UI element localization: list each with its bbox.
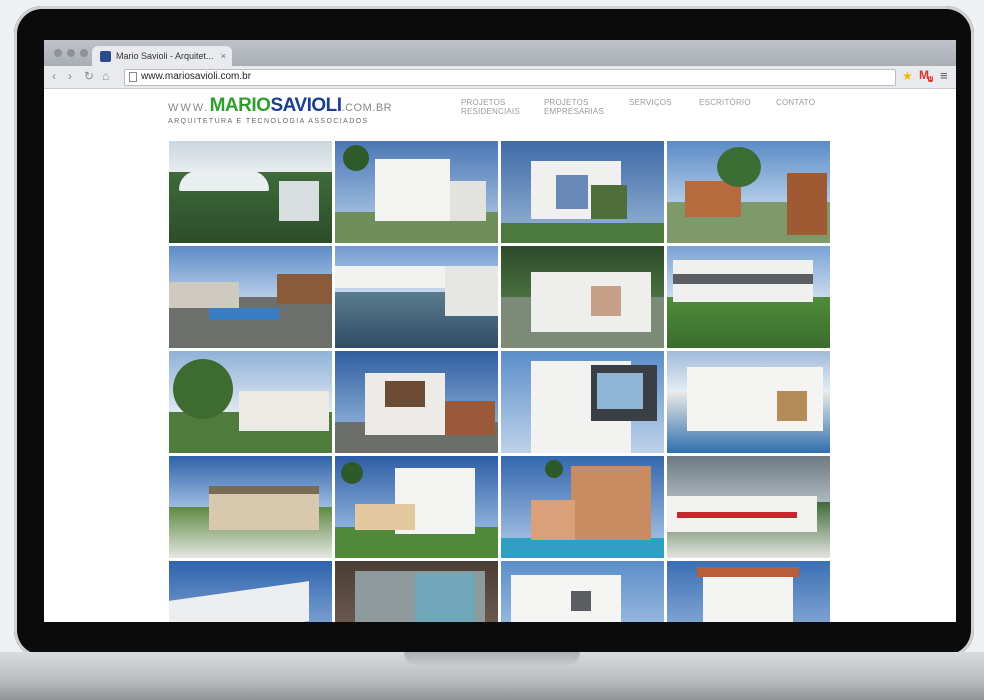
tab-title: Mario Savioli - Arquitet...: [116, 51, 214, 61]
project-thumbnail[interactable]: [169, 561, 332, 622]
browser-tab[interactable]: Mario Savioli - Arquitet... ×: [92, 46, 232, 66]
forward-button[interactable]: ›: [68, 69, 72, 83]
page-icon: [129, 72, 137, 82]
nav-label: RESIDENCIAIS: [461, 107, 520, 116]
nav-servicos[interactable]: SERVIÇOS: [629, 98, 672, 107]
nav-label: ESCRITÓRIO: [699, 98, 751, 107]
project-thumbnail[interactable]: [335, 456, 498, 558]
url-text: www.mariosavioli.com.br: [141, 71, 252, 82]
project-thumbnail[interactable]: [667, 456, 830, 558]
close-tab-icon[interactable]: ×: [221, 51, 226, 61]
nav-projetos-residenciais[interactable]: PROJETOS RESIDENCIAIS: [461, 98, 520, 116]
favicon-icon: [100, 50, 111, 62]
nav-label: PROJETOS: [461, 98, 506, 107]
address-bar[interactable]: www.mariosavioli.com.br: [124, 69, 896, 86]
window-controls: [54, 49, 88, 57]
project-thumbnail[interactable]: [335, 351, 498, 453]
browser-toolbar: ‹ › ↻ ⌂ www.mariosavioli.com.br ★ M 0 ≡: [44, 66, 956, 89]
zoom-window-button[interactable]: [80, 49, 88, 57]
nav-label: CONTATO: [776, 98, 816, 107]
close-window-button[interactable]: [54, 49, 62, 57]
project-gallery: [169, 141, 831, 622]
project-thumbnail[interactable]: [501, 351, 664, 453]
project-thumbnail[interactable]: [501, 141, 664, 243]
project-thumbnail[interactable]: [169, 141, 332, 243]
nav-label: EMPRESARIAS: [544, 107, 604, 116]
project-thumbnail[interactable]: [501, 456, 664, 558]
project-thumbnail[interactable]: [169, 246, 332, 348]
laptop-notch: [404, 652, 580, 666]
nav-projetos-empresarias[interactable]: PROJETOS EMPRESARIAS: [544, 98, 604, 116]
back-button[interactable]: ‹: [52, 69, 56, 83]
bookmark-star-icon[interactable]: ★: [902, 69, 913, 83]
project-thumbnail[interactable]: [667, 246, 830, 348]
project-thumbnail[interactable]: [335, 561, 498, 622]
project-thumbnail[interactable]: [169, 456, 332, 558]
project-thumbnail[interactable]: [667, 351, 830, 453]
nav-label: SERVIÇOS: [629, 98, 672, 107]
nav-label: PROJETOS: [544, 98, 589, 107]
project-thumbnail[interactable]: [169, 351, 332, 453]
tab-bar: Mario Savioli - Arquitet... ×: [44, 40, 956, 66]
project-thumbnail[interactable]: [501, 561, 664, 622]
gmail-badge: 0: [928, 76, 934, 82]
project-thumbnail[interactable]: [667, 561, 830, 622]
project-thumbnail[interactable]: [335, 141, 498, 243]
reload-button[interactable]: ↻: [84, 69, 94, 83]
site-nav: PROJETOS RESIDENCIAIS PROJETOS EMPRESARI…: [44, 98, 956, 128]
browser-menu-icon[interactable]: ≡: [940, 68, 948, 83]
browser-screen: Mario Savioli - Arquitet... × ‹ › ↻ ⌂ ww…: [44, 40, 956, 622]
minimize-window-button[interactable]: [67, 49, 75, 57]
project-thumbnail[interactable]: [501, 246, 664, 348]
home-button[interactable]: ⌂: [102, 69, 109, 83]
project-thumbnail[interactable]: [667, 141, 830, 243]
project-thumbnail[interactable]: [335, 246, 498, 348]
nav-contato[interactable]: CONTATO: [776, 98, 815, 107]
nav-escritorio[interactable]: ESCRITÓRIO: [699, 98, 751, 107]
